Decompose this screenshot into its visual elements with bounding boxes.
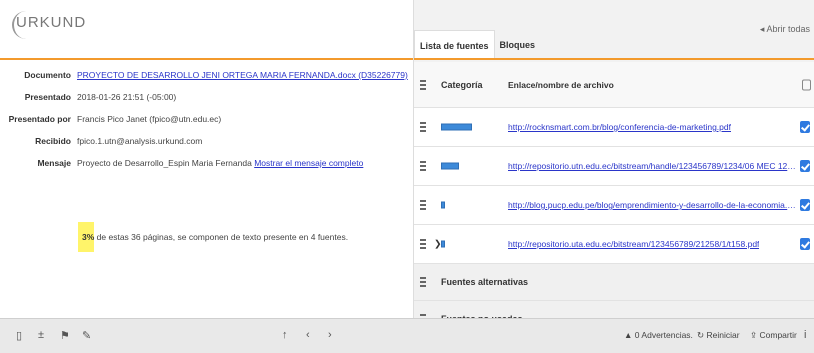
meta-value: Francis Pico Janet (fpico@utn.edu.ec) [77,114,222,124]
accent-divider [414,58,814,60]
reset-label: Reiniciar [706,330,740,340]
group-label: Fuentes alternativas [441,277,529,287]
source-row[interactable]: ❯ http://repositorio.uta.edu.ec/bitstrea… [414,225,814,264]
logo-arc-icon [12,11,26,39]
drag-handle-icon [420,79,426,90]
source-link[interactable]: http://rocknsmart.com.br/blog/conferenci… [508,122,731,132]
source-link[interactable]: http://blog.pucp.edu.pe/blog/emprendimie… [508,200,800,210]
up-arrow-icon[interactable]: ↑ [282,329,288,341]
source-row[interactable]: http://repositorio.utn.edu.ec/bitstream/… [414,147,814,186]
meta-row-submitted: Presentado 2018-01-26 21:51 (-05:00) [0,92,413,114]
reset-button[interactable]: ↻ Reiniciar [697,330,740,341]
source-match-bar [441,162,459,170]
similarity-summary-text: de estas 36 páginas, se componen de text… [96,232,349,242]
meta-row-message: Mensaje Proyecto de Desarrollo_Espin Mar… [0,158,413,180]
source-link[interactable]: http://repositorio.utn.edu.ec/bitstream/… [508,161,800,171]
source-row[interactable]: http://blog.pucp.edu.pe/blog/emprendimie… [414,186,814,225]
similarity-summary: 3% de estas 36 páginas, se componen de t… [82,232,348,242]
column-header-category[interactable]: Categoría [441,80,483,90]
document-link[interactable]: PROYECTO DE DESARROLLO JENI ORTEGA MARIA… [77,70,408,80]
meta-label: Recibido [35,136,71,146]
meta-row-submitted-by: Presentado por Francis Pico Janet (fpico… [0,114,413,136]
logo-text: URKUND [16,14,87,31]
column-menu-icon[interactable] [802,79,811,90]
drag-handle-icon[interactable] [420,239,426,249]
flag-icon[interactable]: ⚑ [60,329,70,342]
document-metadata: Documento PROYECTO DE DESARROLLO JENI OR… [0,70,413,180]
sources-table: Categoría Enlace/nombre de archivo http:… [414,62,814,338]
sources-tabs: Lista de fuentes Bloques [414,26,540,60]
column-header-link[interactable]: Enlace/nombre de archivo [508,80,614,90]
show-full-message-link[interactable]: Mostrar el mensaje completo [254,158,363,168]
source-match-bar [441,123,472,131]
meta-value: 2018-01-26 21:51 (-05:00) [77,92,177,102]
document-icon[interactable]: ▯ [16,329,22,342]
previous-icon[interactable]: ‹ [306,329,310,341]
share-label: Compartir [759,330,797,340]
warning-icon: ▲ [624,330,633,340]
urkund-logo: URKUND [12,11,87,39]
next-icon[interactable]: › [328,329,332,341]
info-icon[interactable]: i [804,329,806,341]
meta-label: Presentado [24,92,71,102]
meta-value: fpico.1.utn@analysis.urkund.com [77,136,203,146]
drag-handle-icon[interactable] [420,277,426,287]
source-include-checkbox[interactable] [800,199,810,211]
source-include-checkbox[interactable] [800,121,810,133]
pin-icon[interactable]: ✎ [82,329,91,342]
open-all-icon: ◂ [759,24,765,34]
meta-row-received: Recibido fpico.1.utn@analysis.urkund.com [0,136,413,158]
accent-divider [0,58,413,60]
drag-handle-icon[interactable] [420,200,426,210]
meta-label: Presentado por [8,114,71,124]
source-row[interactable]: http://rocknsmart.com.br/blog/conferenci… [414,108,814,147]
source-match-bar [441,201,445,209]
drag-handle-icon[interactable] [420,122,426,132]
tab-blocks[interactable]: Bloques [495,30,541,60]
bottom-toolbar: ▯ ± ⚑ ✎ ↑ ‹ › ▲ 0 Advertencias. ↻ Reinic… [0,318,814,353]
sources-panel: Lista de fuentes Bloques ◂ Abrir todas C… [413,0,814,338]
warnings-button[interactable]: ▲ 0 Advertencias. [624,330,693,340]
message-text: Proyecto de Desarrollo_Espin Maria Ferna… [77,158,252,168]
open-all-label: Abrir todas [766,24,810,34]
share-button[interactable]: ⇪ Compartir [750,330,797,341]
source-link[interactable]: http://repositorio.uta.edu.ec/bitstream/… [508,239,759,249]
warnings-label: 0 Advertencias. [634,330,693,340]
share-icon: ⇪ [750,330,758,340]
source-include-checkbox[interactable] [800,160,810,172]
reset-icon: ↻ [697,330,705,340]
open-all-button[interactable]: ◂ Abrir todas [760,24,810,35]
meta-row-document: Documento PROYECTO DE DESARROLLO JENI OR… [0,70,413,92]
source-include-checkbox[interactable] [800,238,810,250]
source-group-alternative[interactable]: Fuentes alternativas [414,264,814,301]
source-match-bar [441,240,445,248]
document-panel: URKUND Documento PROYECTO DE DESARROLLO … [0,0,413,318]
plus-icon[interactable]: ± [38,329,44,341]
drag-handle-icon[interactable] [420,161,426,171]
similarity-percent: 3% [82,232,95,242]
sources-table-header: Categoría Enlace/nombre de archivo [414,62,814,108]
tab-source-list[interactable]: Lista de fuentes [414,30,495,60]
meta-label: Mensaje [37,158,71,168]
meta-label: Documento [24,70,71,80]
